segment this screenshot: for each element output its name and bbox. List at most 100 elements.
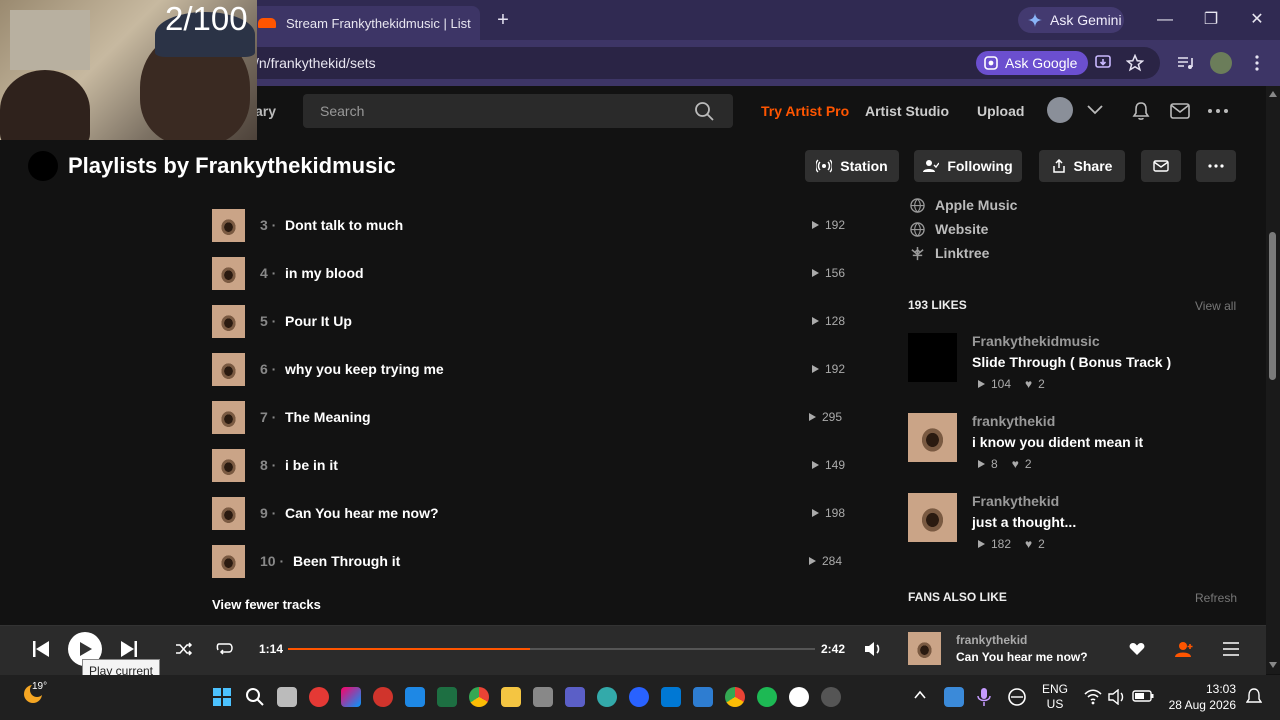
track-title[interactable]: Dont talk to much [285, 217, 403, 233]
excel-icon[interactable] [437, 687, 457, 707]
notification-center-icon[interactable] [1246, 688, 1262, 706]
ask-gemini-button[interactable]: Ask Gemini [1018, 7, 1124, 33]
track-title[interactable]: Been Through it [293, 553, 400, 569]
link-website[interactable]: Website [910, 221, 988, 237]
track-title[interactable]: i be in it [285, 457, 338, 473]
teams-icon[interactable] [565, 687, 585, 707]
notifications-bell-icon[interactable] [1132, 101, 1150, 121]
liked-track[interactable]: Frankythekidmusic Slide Through ( Bonus … [908, 333, 1238, 403]
link-apple-music[interactable]: Apple Music [910, 197, 1017, 213]
user-avatar[interactable] [1047, 97, 1073, 123]
liked-track[interactable]: frankythekid i know you dident mean it 8… [908, 413, 1238, 483]
track-artwork[interactable] [212, 353, 245, 386]
refresh-link[interactable]: Refresh [1195, 591, 1237, 605]
more-actions-button[interactable] [1196, 150, 1236, 182]
liked-track[interactable]: Frankythekid just a thought... 182 ♥ 2 [908, 493, 1238, 563]
page-scrollbar[interactable] [1266, 86, 1280, 674]
link-linktree[interactable]: Linktree [910, 245, 989, 261]
view-all-likes-link[interactable]: View all [1195, 299, 1236, 313]
profile-avatar[interactable] [1210, 52, 1232, 74]
liked-track-user[interactable]: frankythekid [972, 413, 1055, 429]
message-button[interactable] [1141, 150, 1181, 182]
track-artwork[interactable] [212, 305, 245, 338]
track-row[interactable]: 8 · i be in it 149 [212, 449, 852, 483]
tray-chevron-up-icon[interactable] [914, 690, 926, 700]
view-fewer-tracks-link[interactable]: View fewer tracks [212, 597, 321, 612]
shuffle-icon[interactable] [176, 642, 193, 656]
next-track-icon[interactable] [120, 640, 138, 658]
scroll-down-icon[interactable] [1268, 661, 1278, 669]
now-playing-title[interactable]: Can You hear me now? [956, 650, 1088, 664]
track-row[interactable]: 9 · Can You hear me now? 198 [212, 497, 852, 531]
close-window-button[interactable]: ✕ [1244, 8, 1270, 32]
browser-menu-icon[interactable] [1252, 54, 1262, 72]
liked-track-artwork[interactable] [908, 493, 957, 542]
minimize-button[interactable]: — [1152, 8, 1178, 32]
url-text[interactable]: /n/frankythekid/sets [255, 55, 376, 71]
previous-track-icon[interactable] [32, 640, 50, 658]
liked-track-artwork[interactable] [908, 413, 957, 462]
track-artwork[interactable] [212, 497, 245, 530]
browser-tab[interactable]: Stream Frankythekidmusic | List [250, 6, 480, 40]
following-button[interactable]: Following [914, 150, 1022, 182]
onedrive-icon[interactable] [944, 687, 964, 707]
upload-link[interactable]: Upload [977, 103, 1024, 119]
new-tab-button[interactable]: + [492, 10, 514, 32]
follow-user-icon[interactable] [1175, 641, 1193, 657]
copilot-icon[interactable] [341, 687, 361, 707]
scroll-up-icon[interactable] [1268, 90, 1278, 98]
track-row[interactable]: 3 · Dont talk to much 192 [212, 209, 852, 243]
chrome-active-icon[interactable] [725, 687, 745, 707]
more-options-icon[interactable] [1207, 108, 1229, 114]
track-title[interactable]: Pour It Up [285, 313, 352, 329]
task-view-icon[interactable] [277, 687, 297, 707]
liked-track-title[interactable]: Slide Through ( Bonus Track ) [972, 354, 1171, 370]
microphone-icon[interactable] [977, 687, 991, 707]
calculator-icon[interactable] [533, 687, 553, 707]
app-icon[interactable] [629, 687, 649, 707]
bookmark-star-icon[interactable] [1126, 54, 1144, 72]
chevron-down-icon[interactable] [1087, 105, 1103, 115]
track-artwork[interactable] [212, 449, 245, 482]
restore-button[interactable]: ❐ [1198, 8, 1224, 32]
artist-avatar[interactable] [28, 151, 58, 181]
repeat-icon[interactable] [216, 642, 233, 656]
queue-list-icon[interactable] [1223, 642, 1239, 656]
volume-icon[interactable] [864, 641, 882, 657]
now-playing-artwork[interactable] [908, 632, 941, 665]
track-artwork[interactable] [212, 545, 245, 578]
track-title[interactable]: in my blood [285, 265, 364, 281]
like-heart-icon[interactable] [1129, 642, 1145, 656]
chrome-icon[interactable] [469, 687, 489, 707]
start-icon[interactable] [212, 687, 232, 707]
liked-track-user[interactable]: Frankythekid [972, 493, 1059, 509]
track-row[interactable]: 10 · Been Through it 284 [212, 545, 852, 579]
app-icon[interactable] [597, 687, 617, 707]
track-row[interactable]: 4 · in my blood 156 [212, 257, 852, 291]
system-clock[interactable]: 13:03 28 Aug 2026 [1168, 681, 1236, 713]
wifi-icon[interactable] [1084, 689, 1102, 705]
network-status-icon[interactable] [1007, 687, 1027, 707]
liked-track-user[interactable]: Frankythekidmusic [972, 333, 1100, 349]
share-button[interactable]: Share [1039, 150, 1125, 182]
try-artist-pro-link[interactable]: Try Artist Pro [761, 103, 849, 119]
app-icon[interactable] [821, 687, 841, 707]
track-row[interactable]: 5 · Pour It Up 128 [212, 305, 852, 339]
scrollbar-thumb[interactable] [1269, 232, 1276, 380]
taskbar-search-icon[interactable] [245, 687, 265, 707]
track-artwork[interactable] [212, 401, 245, 434]
artist-studio-link[interactable]: Artist Studio [865, 103, 949, 119]
track-title[interactable]: The Meaning [285, 409, 371, 425]
battery-icon[interactable] [1132, 690, 1154, 702]
ask-google-button[interactable]: Ask Google [976, 51, 1088, 75]
app-icon[interactable] [373, 687, 393, 707]
messages-mail-icon[interactable] [1170, 103, 1190, 119]
liked-track-title[interactable]: just a thought... [972, 514, 1076, 530]
spotify-icon[interactable] [757, 687, 777, 707]
app-icon[interactable] [693, 687, 713, 707]
track-title[interactable]: why you keep trying me [285, 361, 444, 377]
track-artwork[interactable] [212, 257, 245, 290]
search-icon[interactable] [694, 101, 714, 121]
speaker-icon[interactable] [1108, 689, 1126, 705]
media-controls-icon[interactable] [1176, 54, 1194, 72]
